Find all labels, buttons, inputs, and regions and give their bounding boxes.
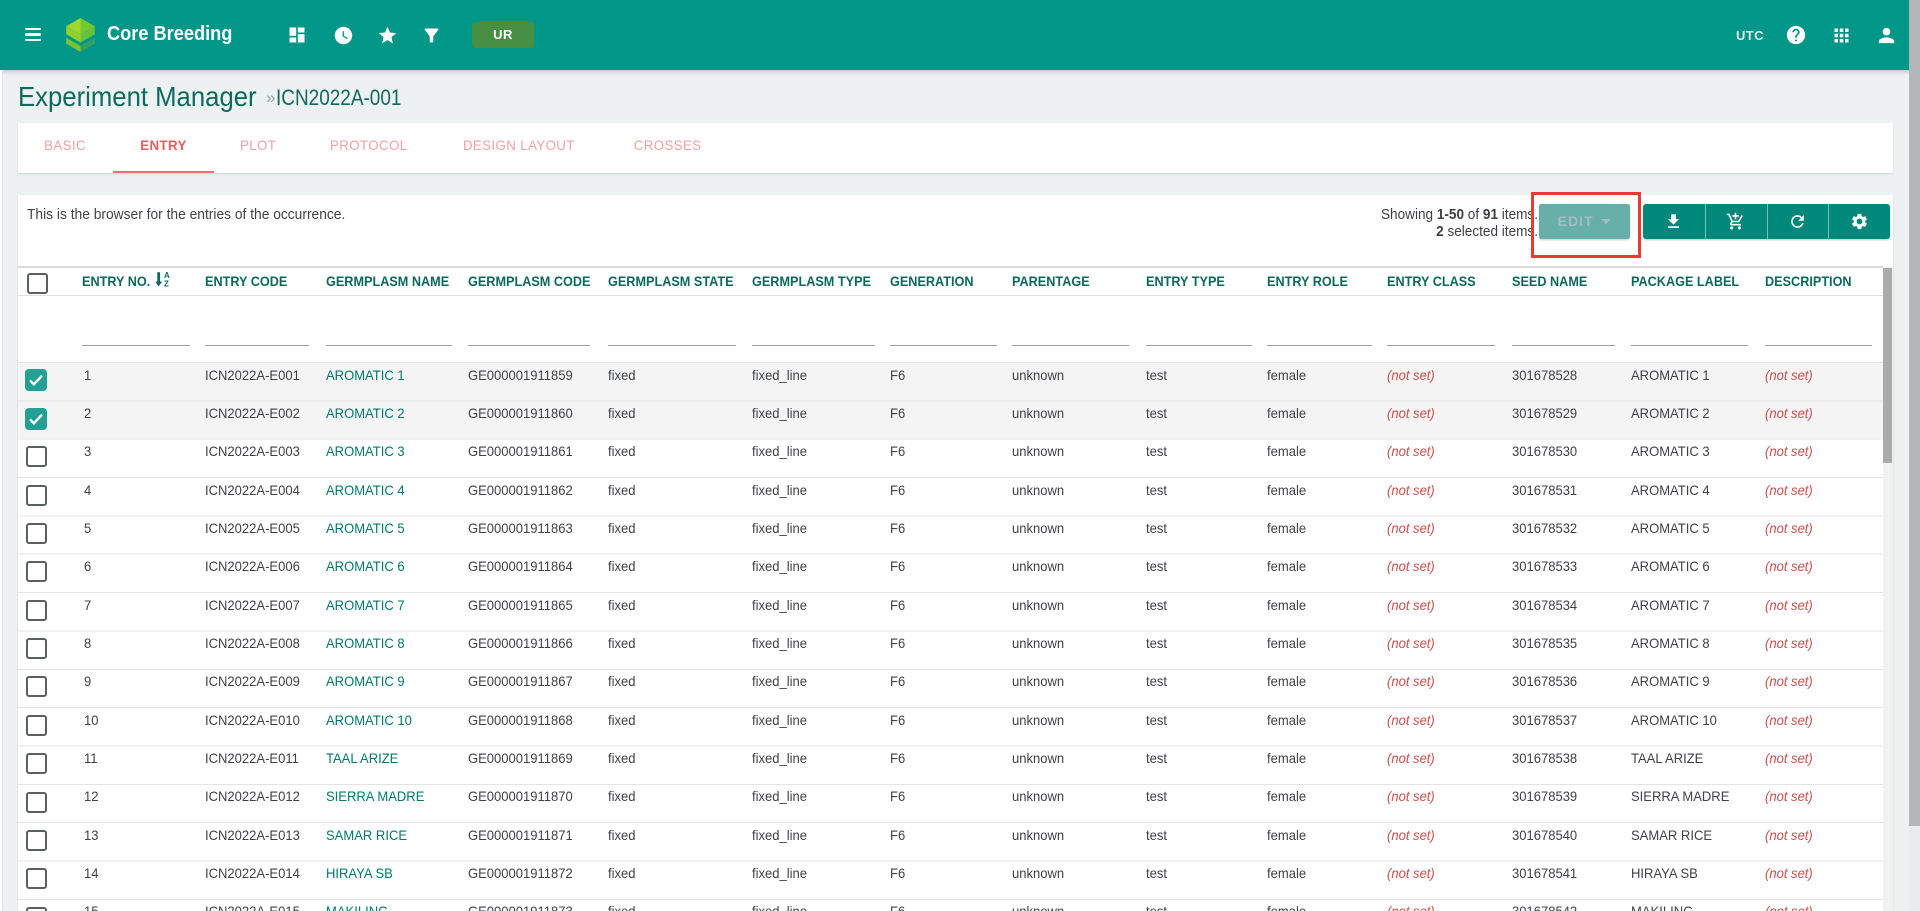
svg-text:Z: Z bbox=[164, 279, 169, 288]
